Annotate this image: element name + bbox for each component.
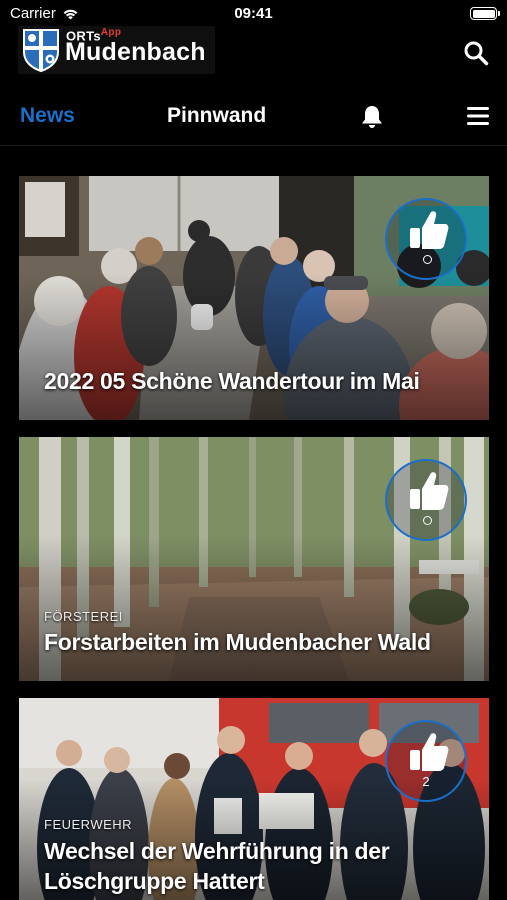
tab-pinnwand[interactable]: Pinnwand [167, 104, 266, 128]
logo-app-text: App [100, 27, 122, 38]
thumbs-up-icon [410, 733, 449, 771]
news-title: Wechsel der Wehrführung in der Löschgrup… [44, 838, 390, 894]
news-category: FÖRSTEREI [44, 609, 123, 624]
card-shade [19, 534, 489, 681]
like-button[interactable]: 2 [385, 720, 467, 802]
like-indicator [423, 516, 432, 525]
news-card[interactable]: 2022 05 Schöne Wandertour im Mai [19, 176, 489, 420]
news-category: FEUERWEHR [44, 817, 133, 832]
nav-bar: News Pinnwand [0, 90, 507, 146]
hamburger-menu-icon[interactable] [467, 106, 489, 126]
news-title: 2022 05 Schöne Wandertour im Mai [44, 368, 420, 394]
thumbs-up-icon [410, 472, 449, 510]
news-card[interactable]: FÖRSTEREI Forstarbeiten im Mudenbacher W… [19, 437, 489, 681]
like-indicator [423, 255, 432, 264]
bell-icon[interactable] [360, 104, 384, 130]
carrier-label: Carrier [10, 5, 56, 22]
thumbs-up-icon [410, 211, 449, 249]
search-icon[interactable] [463, 40, 489, 66]
logo-town-name: Mudenbach [65, 38, 206, 66]
carrier: Carrier [10, 5, 79, 22]
card-shade [19, 273, 489, 420]
app-header: ORTsApp Mudenbach [0, 26, 507, 76]
app-logo[interactable]: ORTsApp Mudenbach [18, 26, 215, 74]
like-button[interactable] [385, 198, 467, 280]
battery-icon [470, 7, 500, 20]
news-card[interactable]: FEUERWEHR Wechsel der Wehrführung in der… [19, 698, 489, 900]
tab-news[interactable]: News [20, 104, 75, 128]
like-button[interactable] [385, 459, 467, 541]
status-bar: Carrier 09:41 [0, 0, 507, 26]
like-count: 2 [422, 774, 430, 789]
news-title: Forstarbeiten im Mudenbacher Wald [44, 629, 431, 655]
coat-of-arms-icon [23, 29, 59, 72]
wifi-icon [63, 9, 78, 19]
